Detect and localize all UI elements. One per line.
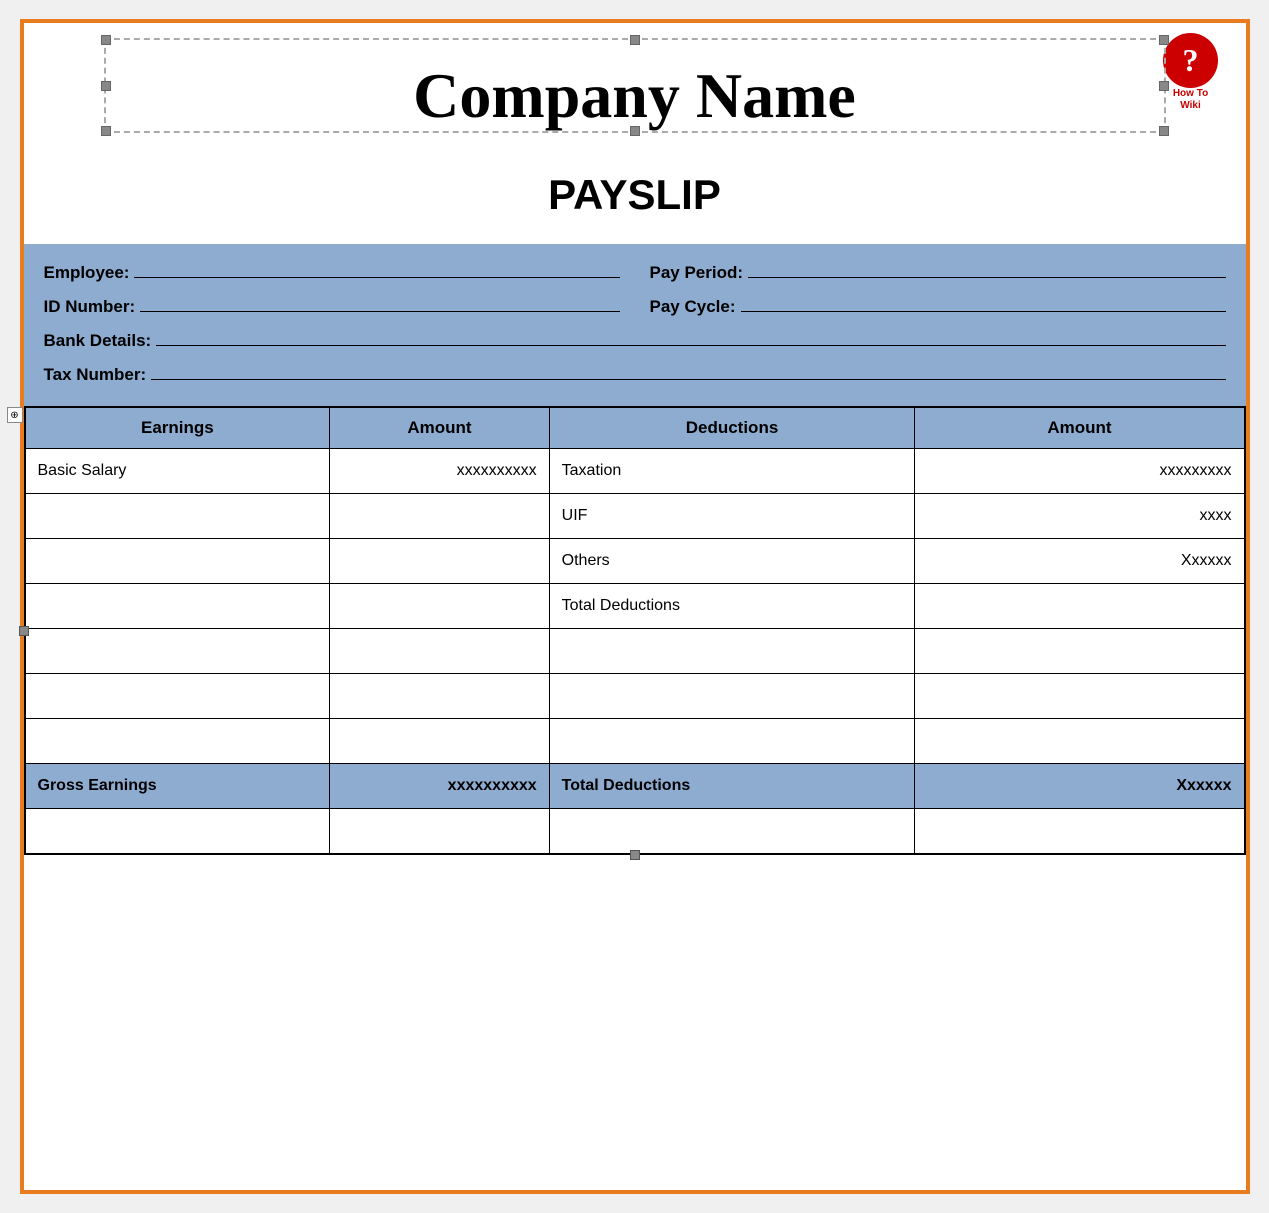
tax-number-underline [151, 379, 1225, 380]
bank-details-label: Bank Details: [44, 324, 152, 358]
table-row: Others Xxxxxx [25, 539, 1244, 584]
table-row [25, 674, 1244, 719]
row1-deduction: Taxation [549, 449, 915, 494]
table-section: ⊕ Earnings Amount Deductions Amount Basi… [24, 406, 1246, 855]
employee-row-3: Bank Details: [44, 324, 1226, 358]
pay-period-field: Pay Period: [650, 256, 1226, 290]
pay-cycle-underline [741, 311, 1226, 312]
table-resize-bottom[interactable] [630, 850, 640, 860]
row3-earning [25, 539, 330, 584]
table-header-row: Earnings Amount Deductions Amount [25, 408, 1244, 449]
row1-ded-val: xxxxxxxxx [915, 449, 1244, 494]
last-row-deduction [549, 809, 915, 854]
table-row: Total Deductions [25, 584, 1244, 629]
row1-earning: Basic Salary [25, 449, 330, 494]
id-number-underline [140, 311, 619, 312]
footer-gross-val: xxxxxxxxxx [330, 764, 549, 809]
id-number-field: ID Number: [44, 290, 620, 324]
last-row-earn-val [330, 809, 549, 854]
id-number-label: ID Number: [44, 290, 136, 324]
row5-deduction [549, 629, 915, 674]
employee-field: Employee: [44, 256, 620, 290]
row1-earn-val: xxxxxxxxxx [330, 449, 549, 494]
row7-ded-val [915, 719, 1244, 764]
table-row: UIF xxxx [25, 494, 1244, 539]
header-section: Company Name [24, 23, 1246, 141]
row2-ded-val: xxxx [915, 494, 1244, 539]
row2-deduction: UIF [549, 494, 915, 539]
row5-ded-val [915, 629, 1244, 674]
row5-earning [25, 629, 330, 674]
table-row [25, 719, 1244, 764]
row2-earning [25, 494, 330, 539]
payslip-table: Earnings Amount Deductions Amount Basic … [25, 407, 1245, 854]
row7-earn-val [330, 719, 549, 764]
last-row-ded-val [915, 809, 1244, 854]
table-move-handle[interactable]: ⊕ [7, 407, 23, 423]
table-resize-left[interactable] [19, 626, 29, 636]
footer-total-val: Xxxxxx [915, 764, 1244, 809]
table-footer-row: Gross Earnings xxxxxxxxxx Total Deductio… [25, 764, 1244, 809]
row5-earn-val [330, 629, 549, 674]
pay-period-label: Pay Period: [650, 256, 744, 290]
payslip-title: PAYSLIP [24, 171, 1246, 219]
row4-ded-val [915, 584, 1244, 629]
row6-earn-val [330, 674, 549, 719]
employee-row-2: ID Number: Pay Cycle: [44, 290, 1226, 324]
header-ded-amount: Amount [915, 408, 1244, 449]
footer-gross-earnings: Gross Earnings [25, 764, 330, 809]
table-row: Basic Salary xxxxxxxxxx Taxation xxxxxxx… [25, 449, 1244, 494]
row6-ded-val [915, 674, 1244, 719]
row4-earning [25, 584, 330, 629]
table-row [25, 629, 1244, 674]
row2-earn-val [330, 494, 549, 539]
row4-deduction: Total Deductions [549, 584, 915, 629]
tax-number-label: Tax Number: [44, 358, 147, 392]
pay-cycle-field: Pay Cycle: [650, 290, 1226, 324]
header-earn-amount: Amount [330, 408, 549, 449]
row7-deduction [549, 719, 915, 764]
employee-row-4: Tax Number: [44, 358, 1226, 392]
row6-deduction [549, 674, 915, 719]
employee-underline [134, 277, 619, 278]
last-row-earning [25, 809, 330, 854]
bank-details-underline [156, 345, 1225, 346]
header-earnings: Earnings [25, 408, 330, 449]
row7-earning [25, 719, 330, 764]
row6-earning [25, 674, 330, 719]
pay-cycle-label: Pay Cycle: [650, 290, 736, 324]
employee-info-section: Employee: Pay Period: ID Number: Pay Cyc… [24, 244, 1246, 406]
company-name: Company Name [64, 43, 1206, 131]
pay-period-underline [748, 277, 1225, 278]
employee-label: Employee: [44, 256, 130, 290]
row3-ded-val: Xxxxxx [915, 539, 1244, 584]
table-row [25, 809, 1244, 854]
row3-deduction: Others [549, 539, 915, 584]
employee-row-1: Employee: Pay Period: [44, 256, 1226, 290]
page-container: ? How ToWiki Company Name PAYSLIP Employ… [20, 19, 1250, 1194]
footer-total-deductions: Total Deductions [549, 764, 915, 809]
row4-earn-val [330, 584, 549, 629]
row3-earn-val [330, 539, 549, 584]
header-deductions: Deductions [549, 408, 915, 449]
